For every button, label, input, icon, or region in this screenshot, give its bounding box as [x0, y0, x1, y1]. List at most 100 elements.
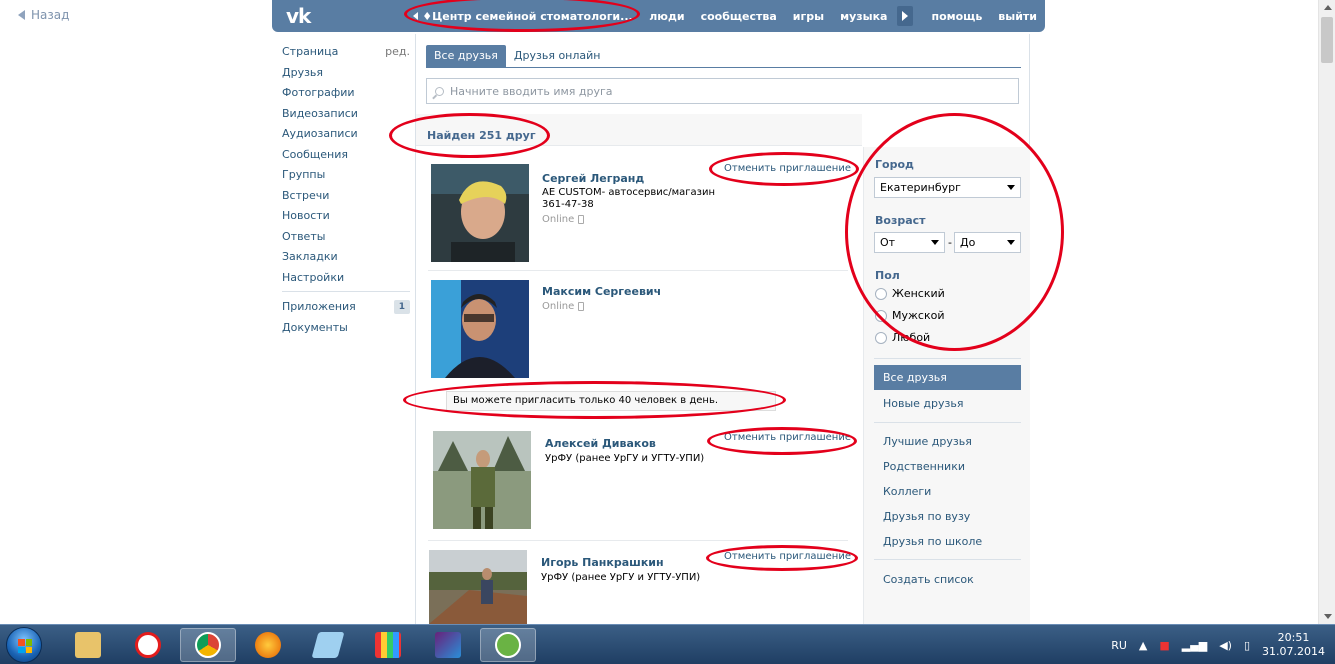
list-best-friends[interactable]: Лучшие друзья [874, 429, 1021, 454]
chrome-icon [195, 632, 221, 658]
page-scrollbar[interactable] [1318, 0, 1335, 624]
scroll-up-icon[interactable] [1324, 5, 1332, 10]
language-indicator[interactable]: RU [1111, 639, 1127, 652]
row-divider [428, 540, 848, 541]
taskbar-utorrent[interactable] [480, 628, 536, 662]
clock-date: 31.07.2014 [1262, 645, 1325, 658]
sidebar-item-audio[interactable]: Аудиозаписи [282, 124, 410, 145]
vk-logo[interactable]: vk [286, 4, 399, 28]
online-status: Online [542, 301, 585, 312]
friends-tabs: Все друзья Друзья онлайн [426, 45, 608, 67]
tray-expand-icon[interactable]: ▲ [1139, 639, 1147, 652]
sidebar-item-label: Документы [282, 320, 348, 334]
radio-circle [875, 331, 887, 344]
signal-icon[interactable]: ▂▄▆ [1182, 639, 1207, 652]
filter-panel: Город Екатеринбург Возраст От - До Пол Ж… [863, 147, 1030, 624]
sidebar-item-page[interactable]: Страница ред. [282, 42, 410, 63]
start-button[interactable] [6, 627, 42, 663]
friend-photo-image [429, 550, 527, 624]
battery-icon[interactable]: ▯ [1244, 639, 1250, 652]
list-relatives[interactable]: Родственники [874, 454, 1021, 479]
sidebar-item-groups[interactable]: Группы [282, 165, 410, 186]
scroll-thumb[interactable] [1321, 17, 1333, 63]
age-to-select[interactable]: До [954, 232, 1021, 253]
top-nav: ♦Центр семейной стоматологи... люди сооб… [399, 6, 1045, 26]
sidebar-item-photos[interactable]: Фотографии [282, 83, 410, 104]
nav-help[interactable]: помощь [923, 10, 990, 23]
city-select[interactable]: Екатеринбург [874, 177, 1021, 198]
friend-search-input[interactable]: Начните вводить имя друга [426, 78, 1019, 104]
list-new-friends[interactable]: Новые друзья [874, 391, 1021, 416]
sidebar-item-documents[interactable]: Документы [282, 318, 410, 339]
mobile-icon [578, 302, 585, 311]
edit-link[interactable]: ред. [385, 42, 410, 63]
apps-grid-icon [375, 632, 401, 658]
taskbar-apps[interactable] [360, 628, 416, 662]
list-school-friends[interactable]: Друзья по школе [874, 529, 1021, 554]
nav-people[interactable]: люди [641, 10, 692, 23]
sidebar-item-news[interactable]: Новости [282, 206, 410, 227]
sidebar-item-friends[interactable]: Друзья [282, 63, 410, 84]
taskbar-chrome[interactable] [180, 628, 236, 662]
list-colleagues[interactable]: Коллеги [874, 479, 1021, 504]
clock[interactable]: 20:51 31.07.2014 [1262, 631, 1325, 659]
sidebar-item-settings[interactable]: Настройки [282, 268, 410, 289]
nav-current-community[interactable]: ♦Центр семейной стоматологи... [399, 10, 641, 23]
sex-radio-any[interactable]: Любой [875, 331, 930, 344]
sidebar-item-label: Аудиозаписи [282, 127, 358, 140]
friend-avatar[interactable] [431, 280, 529, 378]
row-divider [428, 270, 848, 271]
list-university-friends[interactable]: Друзья по вузу [874, 504, 1021, 529]
nav-games[interactable]: игры [785, 10, 832, 23]
taskbar-explorer[interactable] [60, 628, 116, 662]
friend-name[interactable]: Алексей Диваков [545, 437, 656, 450]
taskbar-firefox[interactable] [240, 628, 296, 662]
taskbar-visual-studio[interactable] [420, 628, 476, 662]
sex-radio-male[interactable]: Мужской [875, 309, 944, 322]
sidebar-item-label: Приложения [282, 300, 356, 313]
cancel-invite-link[interactable]: Отменить приглашение [724, 163, 851, 174]
filter-divider [874, 358, 1021, 359]
sidebar-item-events[interactable]: Встречи [282, 186, 410, 207]
sidebar-item-apps[interactable]: Приложения 1 [282, 297, 410, 318]
friend-name[interactable]: Игорь Панкрашкин [541, 556, 664, 569]
age-from-select[interactable]: От [874, 232, 945, 253]
online-status: Online [542, 214, 585, 225]
list-all-friends[interactable]: Все друзья [874, 365, 1021, 390]
cancel-invite-link[interactable]: Отменить приглашение [724, 551, 851, 562]
tab-friends-online[interactable]: Друзья онлайн [506, 45, 609, 67]
taskbar-notes[interactable] [300, 628, 356, 662]
sidebar-item-answers[interactable]: Ответы [282, 227, 410, 248]
back-link[interactable]: Назад [18, 8, 69, 22]
clock-time: 20:51 [1277, 631, 1310, 644]
friend-phone: 361-47-38 [542, 199, 594, 210]
create-list-link[interactable]: Создать список [874, 567, 1021, 592]
nav-more-button[interactable] [897, 6, 914, 26]
friend-avatar[interactable] [433, 431, 531, 529]
chevron-down-icon [931, 240, 939, 245]
friend-avatar[interactable] [431, 164, 529, 262]
friend-name[interactable]: Максим Сергеевич [542, 285, 661, 298]
tab-all-friends[interactable]: Все друзья [426, 45, 506, 67]
sidebar-item-videos[interactable]: Видеозаписи [282, 104, 410, 125]
sidebar-item-bookmarks[interactable]: Закладки [282, 247, 410, 268]
cancel-invite-link[interactable]: Отменить приглашение [724, 432, 851, 443]
friend-avatar[interactable] [429, 550, 527, 624]
volume-icon[interactable]: ◀) [1219, 639, 1232, 652]
nav-communities[interactable]: сообщества [693, 10, 785, 23]
age-to-value: До [960, 236, 976, 249]
nav-logout[interactable]: выйти [990, 10, 1045, 23]
invite-limit-notice: Вы можете пригласить только 40 человек в… [446, 391, 776, 411]
taskbar-yandex[interactable] [120, 628, 176, 662]
radio-circle [875, 309, 887, 322]
sex-radio-female[interactable]: Женский [875, 287, 945, 300]
nav-music[interactable]: музыка [832, 10, 895, 23]
scroll-down-icon[interactable] [1324, 614, 1332, 619]
sidebar-item-messages[interactable]: Сообщения [282, 145, 410, 166]
network-warning-icon[interactable]: ■ [1159, 639, 1169, 652]
sidebar-item-label: Новости [282, 209, 330, 222]
friend-name[interactable]: Сергей Легранд [542, 172, 644, 185]
sidebar-item-label: Видеозаписи [282, 106, 358, 120]
firefox-icon [255, 632, 281, 658]
radio-label: Любой [892, 331, 931, 344]
